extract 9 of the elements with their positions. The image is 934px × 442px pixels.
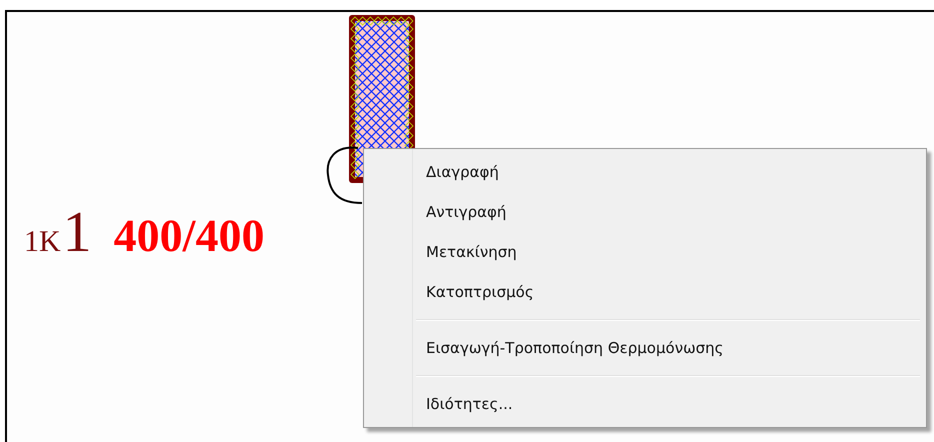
menu-item[interactable]: Ιδιότητες... [366,384,924,424]
column-code: 1K [24,224,61,260]
menu-item[interactable]: Αντιγραφή [366,192,924,232]
menu-item[interactable]: Διαγραφή [366,152,924,192]
column-dimensions: 400/400 [114,209,264,263]
menu-item[interactable]: Κατοπτρισμός [366,272,924,312]
menu-item[interactable]: Εισαγωγή-Τροποποίηση Θερμομόνωσης [366,328,924,368]
menu-item[interactable]: Μετακίνηση [366,232,924,272]
column-number: 1 [62,198,92,266]
